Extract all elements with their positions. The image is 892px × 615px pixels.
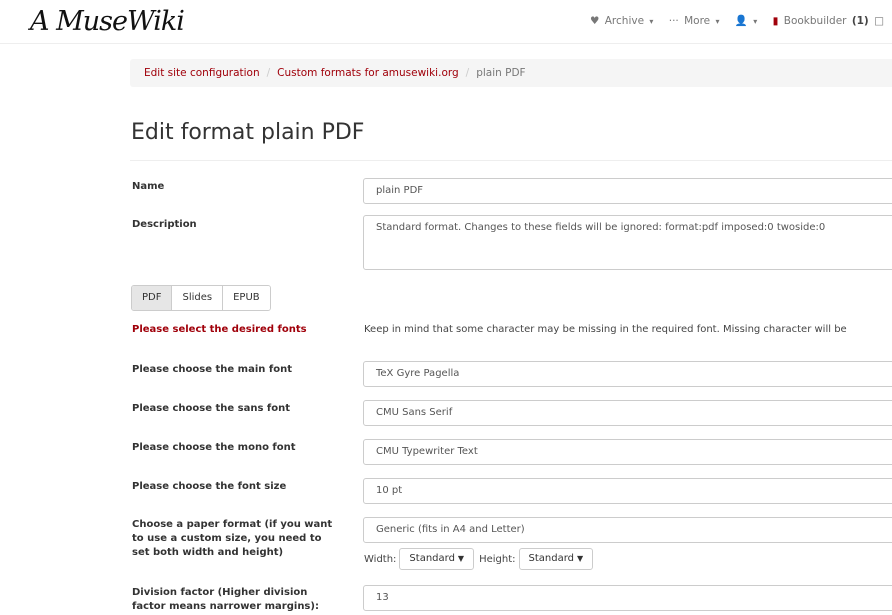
navbar-menu: ♥ Archive ▾ ··· More ▾ 👤 ▾ ▮ Bookbuilder…	[586, 14, 892, 27]
caret-down-icon: ▾	[649, 17, 654, 26]
division-factor-select[interactable]: 13	[363, 585, 892, 611]
more-menu[interactable]: ··· More ▾	[667, 15, 723, 27]
width-label: Width:	[364, 553, 397, 565]
mono-font-label: Please choose the mono font	[132, 442, 296, 453]
caret-down-icon: ▾	[753, 17, 758, 26]
bookbuilder-label: Bookbuilder	[783, 15, 847, 27]
chevron-down-icon: ▼	[457, 554, 465, 563]
division-factor-label: Division factor (Higher division factor …	[132, 587, 319, 612]
paper-format-label: Choose a paper format (if you want to us…	[132, 519, 333, 558]
font-size-label: Please choose the font size	[132, 481, 287, 492]
archive-label: Archive	[604, 15, 645, 27]
description-label: Description	[132, 219, 197, 230]
breadcrumb-separator: /	[266, 67, 271, 79]
breadcrumb-site-config[interactable]: Edit site configuration	[144, 67, 260, 79]
divider	[130, 160, 892, 161]
tab-pdf[interactable]: PDF	[132, 286, 173, 310]
bookbuilder-link[interactable]: ▮ Bookbuilder (1) □	[771, 15, 884, 27]
custom-size-row: Width: Standard ▼ Height: Standard ▼	[364, 548, 598, 570]
square-icon: □	[874, 15, 884, 27]
ellipsis-icon: ···	[668, 15, 679, 27]
chevron-down-icon: ▼	[577, 554, 584, 563]
breadcrumb-separator: /	[465, 67, 470, 79]
fonts-help-text: Keep in mind that some character may be …	[364, 324, 847, 335]
site-logo[interactable]: A MuseWiki	[30, 6, 185, 37]
height-value: Standard	[528, 553, 575, 564]
user-icon: 👤	[734, 15, 748, 27]
bookbuilder-count: (1)	[851, 15, 869, 27]
top-navbar: A MuseWiki ♥ Archive ▾ ··· More ▾ 👤 ▾ ▮ …	[0, 0, 892, 44]
main-font-label: Please choose the main font	[132, 364, 292, 375]
more-label: More	[684, 15, 711, 27]
tab-epub[interactable]: EPUB	[223, 286, 270, 310]
main-font-select[interactable]: TeX Gyre Pagella	[363, 361, 892, 387]
width-select[interactable]: Standard ▼	[399, 548, 475, 570]
description-textarea[interactable]: Standard format. Changes to these fields…	[363, 215, 892, 270]
breadcrumb: Edit site configuration / Custom formats f…	[130, 59, 892, 87]
tab-slides[interactable]: Slides	[172, 286, 224, 310]
name-label: Name	[132, 181, 165, 192]
breadcrumb-current: plain PDF	[476, 67, 526, 79]
name-input[interactable]: plain PDF	[363, 178, 892, 204]
caret-down-icon: ▾	[715, 17, 720, 26]
page-title: Edit format plain PDF	[131, 120, 365, 145]
width-value: Standard	[409, 553, 455, 564]
sans-font-select[interactable]: CMU Sans Serif	[363, 400, 892, 426]
paper-format-select[interactable]: Generic (fits in A4 and Letter)	[363, 517, 892, 543]
breadcrumb-custom-formats[interactable]: Custom formats for amusewiki.org	[277, 67, 459, 79]
sans-font-label: Please choose the sans font	[132, 403, 291, 414]
mono-font-select[interactable]: CMU Typewriter Text	[363, 439, 892, 465]
height-label: Height:	[479, 553, 516, 565]
book-icon: ▮	[772, 15, 779, 27]
user-menu[interactable]: 👤 ▾	[733, 15, 761, 27]
archive-menu[interactable]: ♥ Archive ▾	[588, 15, 657, 27]
heart-icon: ♥	[589, 15, 600, 27]
font-size-select[interactable]: 10 pt	[363, 478, 892, 504]
fonts-heading: Please select the desired fonts	[132, 324, 307, 335]
format-tabs: PDF Slides EPUB	[131, 285, 271, 311]
height-select[interactable]: Standard ▼	[518, 548, 594, 570]
